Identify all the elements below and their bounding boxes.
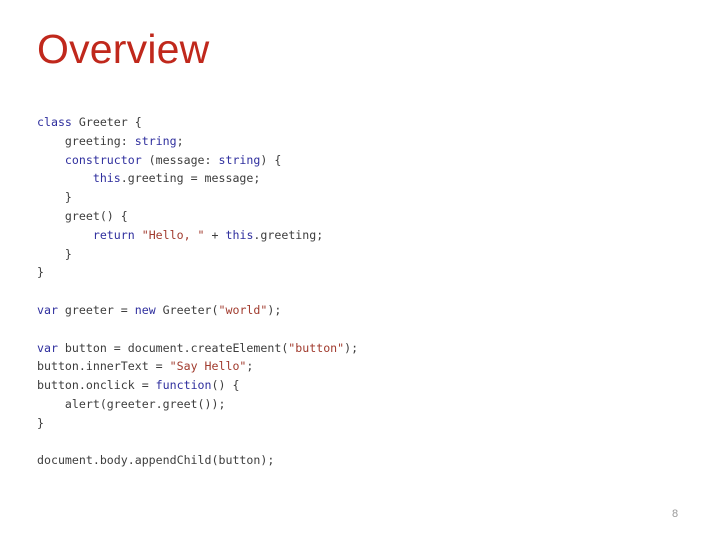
code-token-plain: () { bbox=[211, 378, 240, 393]
code-line: greeting: string; bbox=[37, 132, 687, 151]
code-token-plain: ; bbox=[176, 133, 184, 148]
code-token-kw: var bbox=[37, 340, 58, 355]
code-token-plain: + bbox=[204, 227, 226, 242]
code-token-kw: new bbox=[134, 302, 156, 317]
code-token-plain: Greeter( bbox=[155, 302, 219, 317]
code-line: this.greeting = message; bbox=[37, 169, 687, 188]
code-line: var button = document.createElement("but… bbox=[37, 339, 687, 358]
code-token-type: string bbox=[134, 133, 177, 148]
code-token-plain: (message: bbox=[141, 152, 219, 167]
code-token-kw: this bbox=[92, 171, 121, 186]
code-token-kw: return bbox=[92, 227, 135, 242]
code-block: class Greeter { greeting: string; constr… bbox=[37, 113, 687, 470]
code-token-plain: } bbox=[64, 190, 72, 205]
code-token-plain: document.body.appendChild(button); bbox=[37, 453, 275, 468]
code-token-plain: greeter = bbox=[57, 302, 135, 317]
code-token-kw: this bbox=[225, 227, 254, 242]
code-line: document.body.appendChild(button); bbox=[37, 451, 687, 470]
code-token-plain: .greeting; bbox=[253, 227, 324, 242]
code-line: } bbox=[37, 245, 687, 264]
code-token-str: "world" bbox=[218, 302, 268, 317]
code-line: alert(greeter.greet()); bbox=[37, 395, 687, 414]
code-token-plain: ; bbox=[246, 359, 254, 374]
code-line: var greeter = new Greeter("world"); bbox=[37, 301, 687, 320]
code-line: greet() { bbox=[37, 207, 687, 226]
code-line: } bbox=[37, 263, 687, 282]
code-line: class Greeter { bbox=[37, 113, 687, 132]
code-token-plain: ) { bbox=[260, 152, 282, 167]
code-token-plain: alert(greeter.greet()); bbox=[64, 396, 226, 411]
slide-canvas: Overview class Greeter { greeting: strin… bbox=[0, 0, 720, 540]
code-token-plain: .greeting = message; bbox=[120, 171, 261, 186]
code-token-plain: } bbox=[37, 265, 44, 280]
code-token-plain: greeting: bbox=[64, 133, 135, 148]
code-token-str: "button" bbox=[288, 340, 345, 355]
code-token-plain: Greeter { bbox=[71, 115, 142, 129]
code-token-plain: } bbox=[37, 415, 44, 430]
code-token-plain: greet() { bbox=[64, 208, 128, 223]
code-line: } bbox=[37, 188, 687, 207]
code-token-plain: } bbox=[64, 246, 72, 261]
code-token-plain: button = document.createElement( bbox=[57, 340, 289, 355]
code-line: constructor (message: string) { bbox=[37, 151, 687, 170]
code-token-kw: var bbox=[37, 302, 58, 317]
code-token-plain: button.onclick = bbox=[37, 378, 156, 393]
code-token-kw: function bbox=[155, 378, 212, 393]
code-line: return "Hello, " + this.greeting; bbox=[37, 226, 687, 245]
code-token-kw: constructor bbox=[64, 152, 142, 167]
code-line: button.onclick = function() { bbox=[37, 376, 687, 395]
code-token-plain: ); bbox=[344, 340, 359, 355]
page-number: 8 bbox=[671, 508, 679, 520]
code-line: } bbox=[37, 414, 687, 433]
page-title: Overview bbox=[37, 26, 210, 72]
code-token-plain: button.innerText = bbox=[37, 359, 170, 374]
code-token-plain: ); bbox=[267, 302, 282, 317]
code-token-str: "Say Hello" bbox=[169, 359, 247, 374]
code-token-type: string bbox=[218, 152, 261, 167]
code-token-kw: class bbox=[37, 115, 72, 129]
code-token-str: "Hello, " bbox=[141, 227, 205, 242]
code-line: button.innerText = "Say Hello"; bbox=[37, 357, 687, 376]
